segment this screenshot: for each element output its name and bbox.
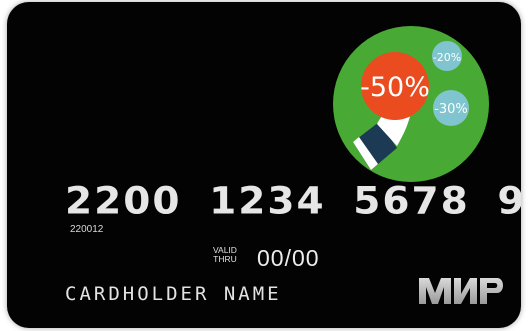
cardholder-name: CARDHOLDER NAME [65, 283, 282, 305]
payment-card: -50% -20% -30% 2200 1234 5678 9010 22001… [7, 2, 521, 328]
main-discount-text: -50% [360, 72, 430, 103]
card-number: 2200 1234 5678 9010 [65, 180, 521, 223]
mir-letter-r [480, 278, 503, 304]
card-bin: 220012 [70, 224, 104, 235]
mir-logo [419, 278, 503, 304]
discount-30-text: -30% [434, 102, 468, 117]
mir-letter-m [419, 278, 451, 304]
valid-thru-label: VALID THRU [213, 246, 237, 264]
expiry-date: 00/00 [257, 245, 320, 271]
discount-20-text: -20% [433, 51, 461, 64]
valid-label-line2: THRU [213, 254, 237, 264]
discount-promo-illustration: -50% -20% -30% [333, 26, 489, 182]
mir-letter-i [454, 278, 477, 304]
